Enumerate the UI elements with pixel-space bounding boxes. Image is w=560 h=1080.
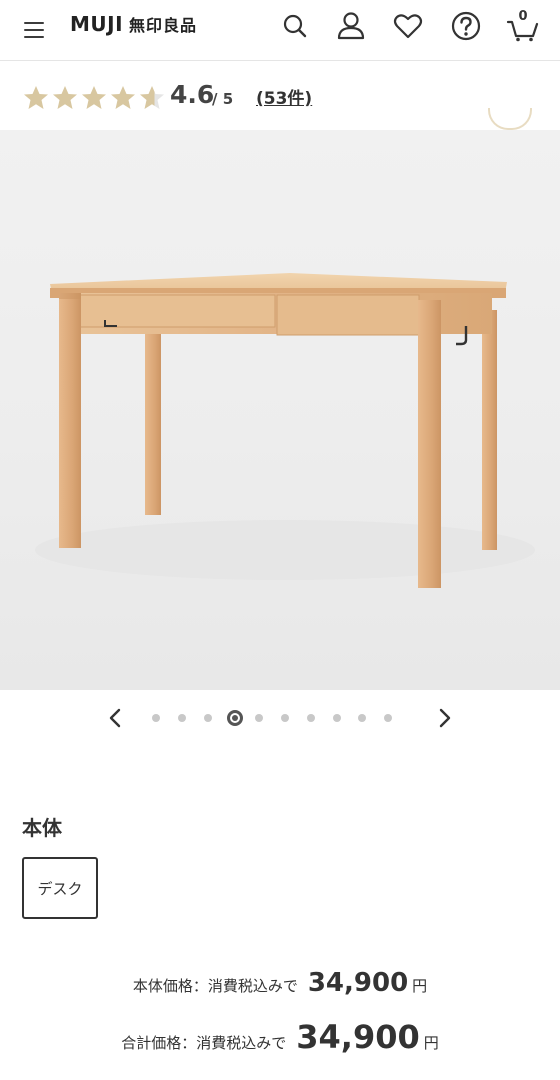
account-icon[interactable] (334, 10, 368, 42)
carousel-dot[interactable] (204, 714, 212, 722)
rating-max: / 5 (212, 90, 234, 108)
site-header: MUJI 無印良品 0 (0, 0, 560, 61)
scroll-to-top-button-edge[interactable] (488, 108, 532, 130)
help-icon[interactable] (449, 10, 483, 42)
total-price-row: 合計価格：消費税込みで 34,900 円 (0, 1018, 560, 1056)
body-price-label: 本体価格：消費税込みで (132, 977, 298, 995)
rating-score: 4.6 (170, 80, 215, 109)
variant-section-label: 本体 (22, 816, 62, 840)
image-carousel-controls (0, 700, 560, 740)
search-icon[interactable] (278, 10, 312, 42)
total-price-label: 合計価格：消費税込みで (121, 1034, 287, 1052)
star-icon (140, 86, 164, 109)
review-count-link[interactable]: (53件) (256, 84, 312, 109)
carousel-dot[interactable] (307, 714, 315, 722)
carousel-dot[interactable] (333, 714, 341, 722)
cart-count: 0 (518, 9, 528, 24)
star-icon (53, 86, 77, 109)
product-image[interactable] (0, 130, 560, 690)
carousel-dot[interactable] (178, 714, 186, 722)
menu-icon[interactable] (24, 15, 46, 43)
carousel-dot[interactable] (281, 714, 289, 722)
rating-summary: 4.6 / 5 (53件) (0, 62, 560, 130)
carousel-dot[interactable] (358, 714, 366, 722)
chevron-right-icon[interactable] (432, 706, 456, 730)
carousel-dot[interactable] (384, 714, 392, 722)
total-price-unit: 円 (423, 1034, 439, 1052)
carousel-dot[interactable] (152, 714, 160, 722)
desk-photo-illustration (35, 273, 535, 588)
star-icon (111, 86, 135, 109)
logo-jp-text: 無印良品 (129, 16, 198, 35)
star-icon (82, 86, 106, 109)
body-price-value: 34,900 (307, 968, 409, 998)
rating-stars (22, 84, 167, 112)
carousel-dot[interactable] (255, 714, 263, 722)
variant-option-desk[interactable]: デスク (22, 857, 98, 919)
cart-icon[interactable]: 0 (506, 9, 540, 42)
total-price-value: 34,900 (296, 1018, 420, 1056)
logo-text: MUJI (70, 12, 124, 36)
chevron-left-icon[interactable] (104, 706, 128, 730)
star-icon (24, 86, 48, 109)
body-price-row: 本体価格：消費税込みで 34,900 円 (0, 968, 560, 998)
carousel-dot-active[interactable] (227, 710, 243, 726)
muji-logo[interactable]: MUJI 無印良品 (70, 12, 197, 36)
body-price-unit: 円 (412, 977, 428, 995)
heart-icon[interactable] (391, 10, 425, 42)
